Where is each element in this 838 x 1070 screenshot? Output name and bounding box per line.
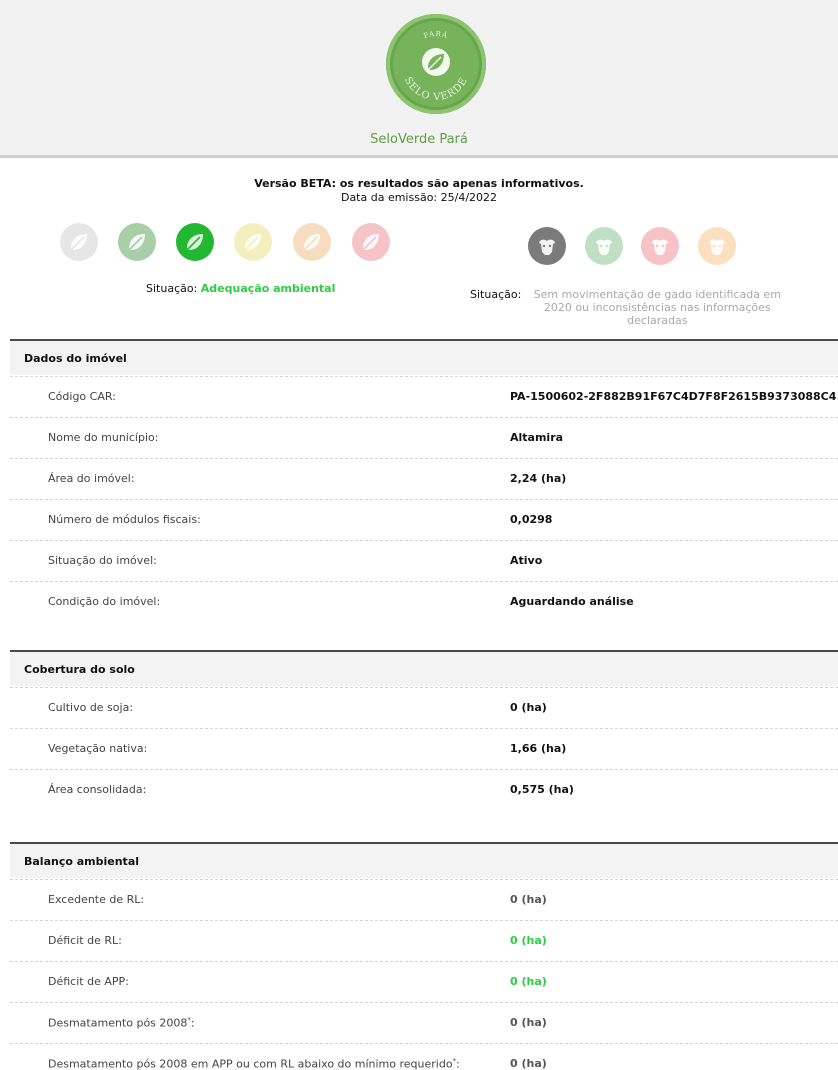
cattle-icon [698,227,736,265]
row-label: Condição do imóvel: [48,595,160,608]
app-title: SeloVerde Pará [370,132,468,147]
cattle-status: Situação: Sem movimentação de gado ident… [470,288,800,327]
row-label-text: Condição do imóvel: [48,595,161,608]
row-label-text: Código CAR: [48,390,116,403]
row-value: 0 (ha) [510,934,547,947]
logo-graphic: PARÁ SELO VERDE [402,29,470,103]
app-header: PARÁ SELO VERDE SeloVerde Pará [0,0,838,158]
row-value: 2,24 (ha) [510,472,567,485]
environmental-status-value: Adequação ambiental [200,282,336,295]
row-label: Excedente de RL: [48,893,144,906]
leaf-icon [352,223,390,261]
leaf-icon [60,223,98,261]
row-label-text: Nome do município: [48,431,159,444]
leaf-icon [176,223,214,261]
row-label: Situação do imóvel: [48,554,157,567]
table-row: Área consolidada: 0,575 (ha) [10,769,838,809]
row-label: Área consolidada: [48,783,146,796]
row-value: 0 (ha) [510,1016,547,1029]
table-row: Nome do município: Altamira [10,417,838,457]
logo-text-top: PARÁ [423,29,449,40]
row-label-text: Desmatamento pós 2008 [48,1016,188,1030]
leaf-icon [293,223,331,261]
row-value: 0 (ha) [510,701,547,714]
cattle-icon [585,227,623,265]
table-row: Situação do imóvel: Ativo [10,540,838,580]
row-value: Ativo [510,554,543,567]
table-row: Déficit de APP: 0 (ha) [10,961,838,1001]
logo-text-bottom: SELO VERDE [402,75,469,103]
row-value: 0 (ha) [510,893,547,906]
row-label-text: Vegetação nativa: [48,742,148,755]
cattle-icon [528,227,566,265]
leaf-icon [118,223,156,261]
table-row: Condição do imóvel: Aguardando análise [10,581,838,621]
leaf-icon [234,223,272,261]
row-label: Desmatamento pós 2008*: [48,1016,195,1030]
row-label: Déficit de RL: [48,934,122,947]
row-value: 0 (ha) [510,975,547,988]
row-value: Aguardando análise [510,595,634,608]
row-value: PA-1500602-2F882B91F67C4D7F8F2615B937308… [510,390,837,403]
row-label-text: Déficit de APP: [48,975,129,988]
beta-notice: Versão BETA: os resultados são apenas in… [254,177,584,190]
row-label: Nome do município: [48,431,158,444]
row-label-text: Situação do imóvel: [48,554,157,567]
section-property-header: Dados do imóvel [10,339,838,375]
row-label-suffix: : [456,1057,460,1070]
row-value: 0 (ha) [510,1057,547,1070]
row-value: Altamira [510,431,564,444]
table-row: Número de módulos fiscais: 0,0298 [10,499,838,539]
table-row: Déficit de RL: 0 (ha) [10,920,838,960]
row-value: 0,0298 [510,513,553,526]
row-value: 0,575 (ha) [510,783,574,796]
section-soil-header: Cobertura do solo [10,650,838,686]
cattle-icon [641,227,679,265]
table-row: Desmatamento pós 2008 em APP ou com RL a… [10,1043,838,1070]
table-row: Excedente de RL: 0 (ha) [10,879,838,919]
environmental-status: Situação: Adequação ambiental [146,282,335,295]
row-label: Código CAR: [48,390,116,403]
row-label: Vegetação nativa: [48,742,147,755]
cattle-status-label: Situação: [470,288,522,301]
row-label-text: Excedente de RL: [48,893,145,906]
emission-date: Data da emissão: 25/4/2022 [340,191,498,204]
row-label-suffix: : [190,1016,195,1030]
row-label-text: Número de módulos fiscais: [48,513,201,526]
section-balance-header: Balanço ambiental [10,842,838,878]
row-label-text: Área do imóvel: [48,472,135,485]
table-row: Cultivo de soja: 0 (ha) [10,687,838,727]
svg-text:SELO VERDE: SELO VERDE [402,75,470,103]
row-label: Desmatamento pós 2008 em APP ou com RL a… [48,1057,460,1070]
row-label: Cultivo de soja: [48,701,133,714]
row-label-text: Déficit de RL: [48,934,122,947]
table-row: Código CAR: PA-1500602-2F882B91F67C4D7F8F… [10,376,838,416]
row-label: Área do imóvel: [48,472,135,485]
row-label: Déficit de APP: [48,975,129,988]
table-row: Desmatamento pós 2008*: 0 (ha) [10,1002,838,1042]
row-label-text: Cultivo de soja: [48,701,134,714]
environmental-status-label: Situação: [146,282,198,295]
row-label-text: Desmatamento pós 2008 em APP ou com RL a… [48,1057,453,1070]
svg-text:PARÁ: PARÁ [423,29,450,40]
cattle-status-value: Sem movimentação de gado identificada em… [533,288,781,327]
row-label-text: Área consolidada: [48,783,147,796]
row-label: Número de módulos fiscais: [48,513,201,526]
selo-verde-logo: PARÁ SELO VERDE [386,14,486,114]
table-row: Vegetação nativa: 1,66 (ha) [10,728,838,768]
row-value: 1,66 (ha) [510,742,567,755]
table-row: Área do imóvel: 2,24 (ha) [10,458,838,498]
